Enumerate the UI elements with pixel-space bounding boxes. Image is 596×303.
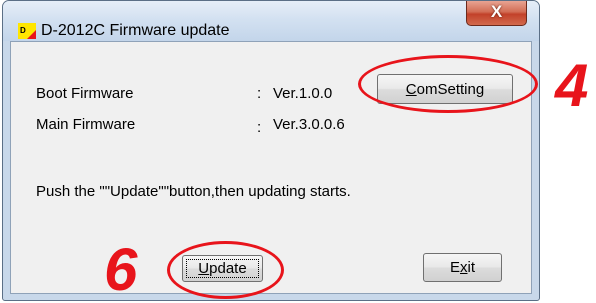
step-4-marker: 4 <box>555 52 589 119</box>
boot-firmware-label: Boot Firmware <box>36 85 134 102</box>
exit-mnemonic: x <box>460 259 468 276</box>
instruction-message: Push the ""Update""button,then updating … <box>36 183 351 200</box>
update-highlight-ring <box>167 241 284 299</box>
exit-button[interactable]: Exit <box>423 253 502 282</box>
boot-firmware-version: Ver.1.0.0 <box>273 85 333 102</box>
exit-label-pre: E <box>449 259 460 276</box>
close-button[interactable]: X <box>466 1 527 26</box>
main-firmware-label: Main Firmware <box>36 116 136 133</box>
exit-label-rest: it <box>467 259 476 276</box>
window-title: D-2012C Firmware update <box>41 22 230 39</box>
main-firmware-separator: : <box>257 119 262 136</box>
comsetting-highlight-ring <box>358 55 538 113</box>
d-logo-icon: D <box>18 23 36 39</box>
main-firmware-version: Ver.3.0.0.6 <box>273 116 345 133</box>
close-icon: X <box>490 2 503 21</box>
boot-firmware-separator: : <box>257 85 262 102</box>
title-bar[interactable]: D D-2012C Firmware update X <box>3 1 539 41</box>
step-6-marker: 6 <box>104 236 138 303</box>
svg-text:D: D <box>20 26 26 35</box>
